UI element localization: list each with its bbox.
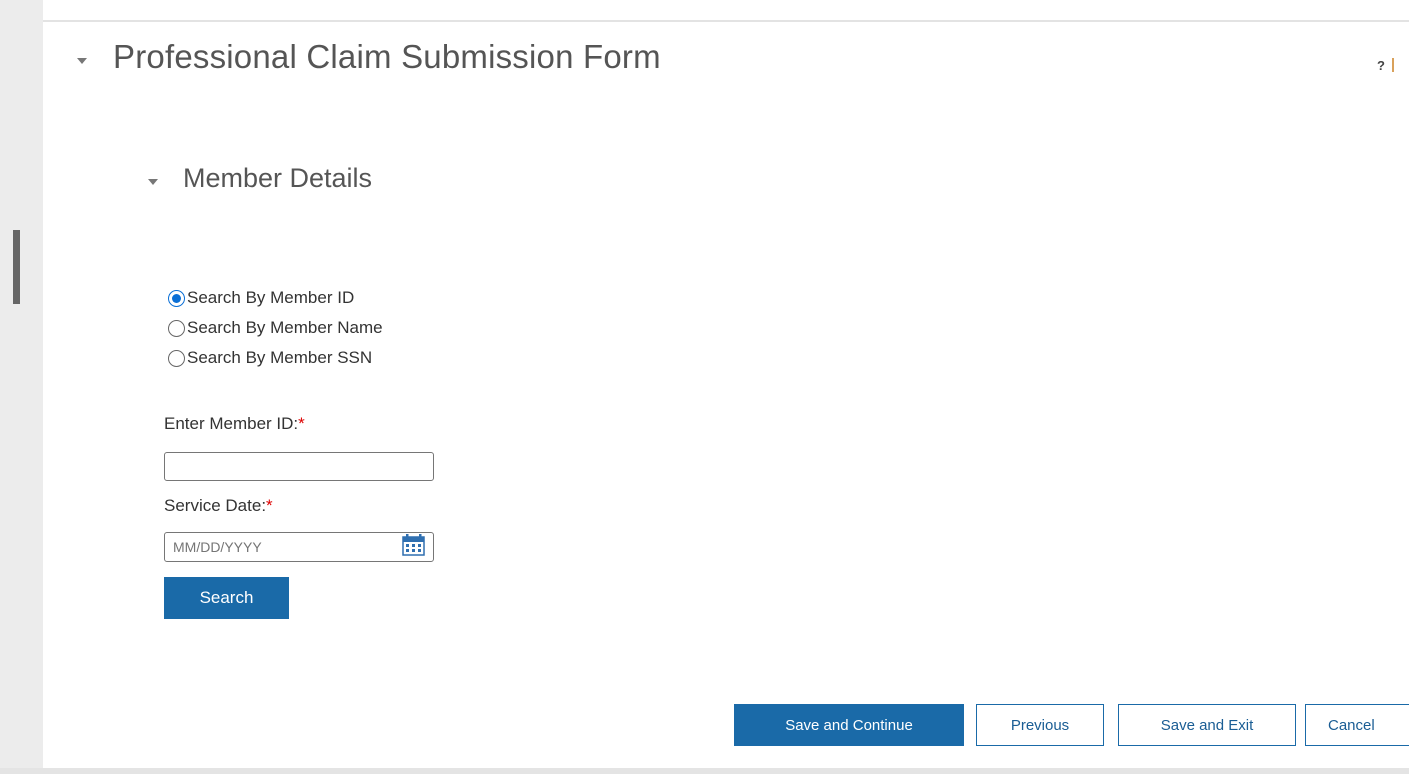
section-title-member-details: Member Details	[183, 163, 373, 193]
bottom-strip	[0, 768, 1409, 774]
search-type-radio-group: Search By Member ID Search By Member Nam…	[168, 283, 383, 373]
radio-member-name[interactable]	[168, 319, 185, 337]
collapse-form-caret-icon[interactable]	[77, 58, 87, 64]
help-link-accent	[1392, 58, 1394, 72]
radio-option-member-ssn[interactable]: Search By Member SSN	[168, 343, 383, 373]
cancel-button[interactable]: Cancel	[1305, 704, 1409, 746]
claim-form-panel: Professional Claim Submission Form ? Mem…	[43, 0, 1409, 768]
help-icon[interactable]: ?	[1377, 58, 1385, 73]
panel-top-border	[43, 20, 1409, 22]
collapse-section-caret-icon[interactable]	[148, 179, 158, 185]
previous-button[interactable]: Previous	[976, 704, 1104, 746]
radio-option-member-id[interactable]: Search By Member ID	[168, 283, 383, 313]
radio-member-ssn[interactable]	[168, 349, 185, 367]
save-and-continue-button[interactable]: Save and Continue	[734, 704, 964, 746]
left-scroll-handle[interactable]	[13, 230, 20, 304]
form-title: Professional Claim Submission Form	[113, 38, 661, 75]
radio-label-member-ssn: Search By Member SSN	[187, 348, 373, 367]
required-marker: *	[266, 496, 273, 515]
save-and-exit-button[interactable]: Save and Exit	[1118, 704, 1296, 746]
required-marker: *	[298, 414, 305, 433]
radio-label-member-name: Search By Member Name	[187, 318, 383, 337]
member-id-input[interactable]	[164, 452, 434, 481]
radio-option-member-name[interactable]: Search By Member Name	[168, 313, 383, 343]
member-id-label-text: Enter Member ID:	[164, 414, 299, 433]
member-id-label: Enter Member ID:*	[164, 414, 305, 434]
search-button[interactable]: Search	[164, 577, 289, 619]
radio-member-id[interactable]	[168, 289, 185, 307]
calendar-icon[interactable]	[394, 533, 430, 559]
radio-label-member-id: Search By Member ID	[187, 288, 355, 307]
service-date-label: Service Date:*	[164, 496, 273, 516]
service-date-label-text: Service Date:	[164, 496, 267, 515]
